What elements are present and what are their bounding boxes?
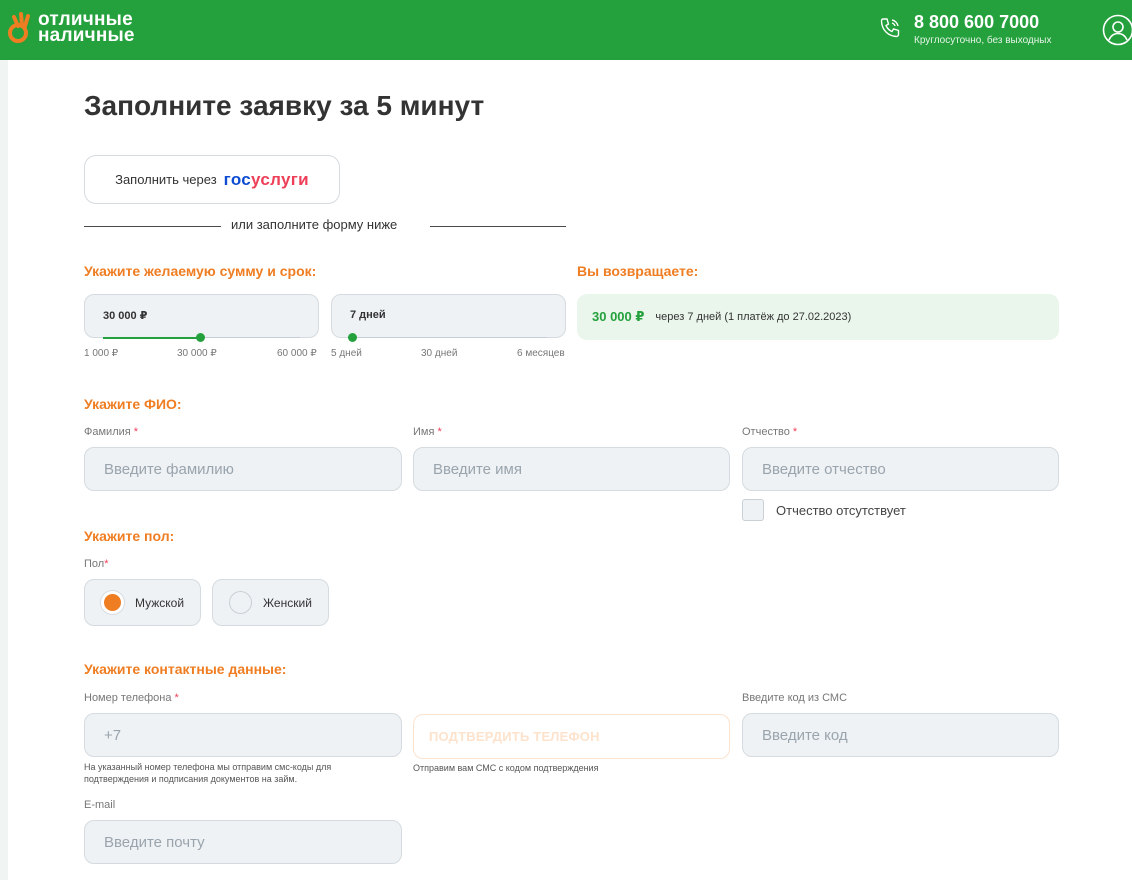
name-label: Имя *	[413, 426, 442, 438]
left-edge-bar	[0, 60, 8, 880]
email-label: E-mail	[84, 799, 116, 811]
term-tick-min: 5 дней	[331, 348, 362, 359]
required-mark: *	[437, 426, 442, 438]
patronymic-label: Отчество *	[742, 426, 797, 438]
name-input[interactable]	[413, 447, 730, 491]
sms-code-input[interactable]	[742, 713, 1059, 757]
gosuslugi-logo: госуслуги	[224, 170, 309, 190]
term-slider[interactable]: 7 дней	[331, 294, 566, 342]
divider-left	[84, 226, 221, 227]
confirm-hint: Отправим вам СМС с кодом подтверждения	[413, 763, 599, 773]
user-account-icon[interactable]	[1102, 14, 1132, 46]
phone-block[interactable]: 8 800 600 7000 Круглосуточно, без выходн…	[878, 12, 1051, 48]
radio-unselected-icon[interactable]	[229, 591, 252, 614]
amount-tick-mid: 30 000 ₽	[177, 348, 217, 359]
logo[interactable]: отличные наличные	[8, 10, 135, 46]
phone-number[interactable]: 8 800 600 7000	[914, 12, 1051, 32]
gosuslugi-logo-part1: гос	[223, 169, 252, 189]
required-mark: *	[174, 692, 179, 704]
phone-icon	[878, 16, 904, 42]
gender-option-male[interactable]: Мужской	[84, 579, 201, 626]
phone-label: Номер телефона *	[84, 692, 179, 704]
page-title: Заполните заявку за 5 минут	[84, 90, 485, 121]
amount-tick-min: 1 000 ₽	[84, 348, 119, 359]
no-patronymic-checkbox[interactable]	[742, 499, 764, 521]
gender-section-title: Укажите пол:	[84, 528, 175, 544]
required-mark: *	[792, 426, 798, 438]
phone-label-text: Номер телефона	[84, 692, 172, 704]
logo-text: отличные наличные	[38, 10, 135, 46]
divider-text: или заполните форму ниже	[231, 217, 398, 232]
phone-hint: На указанный номер телефона мы отправим …	[84, 761, 331, 785]
return-amount: 30 000 ₽	[592, 309, 645, 324]
contact-section-title: Укажите контактные данные:	[84, 661, 287, 677]
email-input[interactable]	[84, 820, 402, 864]
term-slider-handle[interactable]	[347, 333, 357, 342]
return-summary: 30 000 ₽ через 7 дней (1 платёж до 27.02…	[577, 294, 1059, 340]
gender-option-female[interactable]: Женский	[212, 579, 329, 626]
no-patronymic-label[interactable]: Отчество отсутствует	[776, 503, 906, 518]
term-slider-track[interactable]	[347, 333, 547, 342]
sms-code-label: Введите код из СМС	[742, 692, 848, 704]
return-section-title: Вы возвращаете:	[577, 263, 699, 279]
phone-note: Круглосуточно, без выходных	[914, 35, 1052, 46]
amount-slider-fill	[103, 336, 200, 339]
gosuslugi-label: Заполнить через	[115, 172, 217, 187]
amount-section-title: Укажите желаемую сумму и срок:	[84, 263, 317, 279]
gosuslugi-button[interactable]: Заполнить через госуслуги	[84, 155, 340, 204]
amount-slider[interactable]: 30 000 ₽	[84, 294, 319, 342]
fio-section-title: Укажите ФИО:	[84, 396, 182, 412]
confirm-phone-button[interactable]: ПОДТВЕРДИТЬ ТЕЛЕФОН	[413, 714, 730, 759]
gender-label-text: Пол	[84, 558, 105, 570]
required-mark: *	[133, 426, 139, 438]
gender-option-female-label: Женский	[263, 595, 312, 610]
patronymic-input[interactable]	[742, 447, 1059, 491]
phone-input[interactable]	[84, 713, 402, 757]
surname-label: Фамилия *	[84, 426, 138, 438]
amount-slider-handle[interactable]	[195, 333, 205, 342]
gender-option-male-label: Мужской	[135, 595, 185, 610]
ok-hand-logo-icon	[8, 11, 34, 45]
patronymic-label-text: Отчество	[742, 426, 790, 438]
name-label-text: Имя	[413, 426, 435, 438]
logo-line-2: наличные	[38, 25, 135, 46]
amount-value: 30 000 ₽	[103, 310, 148, 322]
surname-input[interactable]	[84, 447, 402, 491]
term-value: 7 дней	[350, 309, 386, 321]
header: отличные наличные 8 800 600 7000 Круглос…	[0, 0, 1132, 60]
amount-tick-max: 60 000 ₽	[277, 348, 317, 359]
gender-label: Пол*	[84, 558, 108, 570]
term-tick-max: 6 месяцев	[517, 348, 565, 359]
phone-hint-line-2: подтверждения и подписания документов на…	[84, 774, 298, 784]
amount-slider-track[interactable]	[103, 333, 300, 342]
term-tick-mid: 30 дней	[421, 348, 458, 359]
radio-selected-icon[interactable]	[101, 591, 124, 614]
phone-hint-line-1: На указанный номер телефона мы отправим …	[84, 762, 332, 772]
surname-label-text: Фамилия	[84, 426, 131, 438]
gosuslugi-logo-part2: услуги	[251, 169, 309, 189]
divider-right	[430, 226, 566, 227]
required-mark: *	[104, 558, 109, 570]
return-note: через 7 дней (1 платёж до 27.02.2023)	[655, 311, 852, 323]
